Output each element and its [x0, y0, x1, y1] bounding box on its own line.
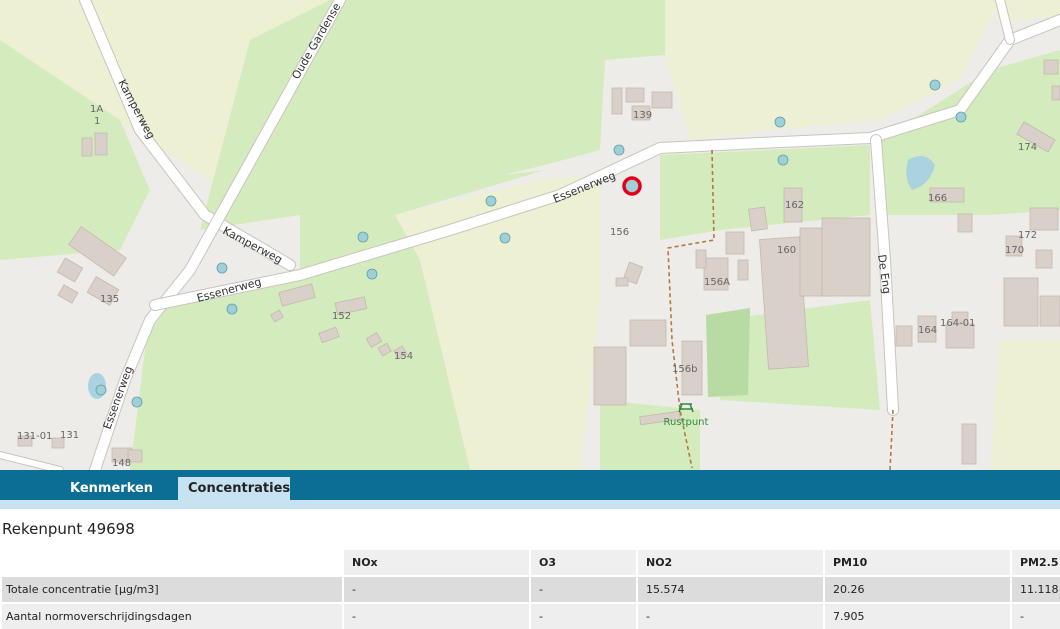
receptor-point[interactable] — [95, 384, 107, 396]
receptor-point[interactable] — [774, 116, 786, 128]
receptor-point[interactable] — [131, 396, 143, 408]
receptor-point[interactable] — [955, 111, 967, 123]
house-number-label: 156A — [704, 277, 730, 288]
column-header-o3: O3 — [531, 550, 636, 575]
receptor-point[interactable] — [777, 154, 789, 166]
orchard-area — [706, 308, 750, 397]
house-number-label: 1 — [94, 116, 100, 127]
table-header-row: NOx O3 NO2 PM10 PM2.5 — [2, 550, 1060, 575]
receptor-point[interactable] — [226, 303, 238, 315]
tab-bar: Kenmerken Concentraties — [0, 470, 1060, 500]
row-label: Aantal normoverschrijdingsdagen — [2, 602, 342, 629]
column-header-no2: NO2 — [638, 550, 823, 575]
cell-value: - — [531, 575, 636, 602]
receptor-point[interactable] — [216, 262, 228, 274]
house-number-label: 164 — [918, 325, 937, 336]
column-header-nox: NOx — [344, 550, 529, 575]
table-row: Totale concentratie [µg/m3] - - 15.574 2… — [2, 575, 1060, 602]
cell-value: - — [638, 602, 823, 629]
receptor-point[interactable] — [499, 232, 511, 244]
house-number-label: 170 — [1005, 245, 1024, 256]
house-number-label: 162 — [785, 200, 804, 211]
concentration-table: NOx O3 NO2 PM10 PM2.5 Totale concentrati… — [0, 550, 1060, 629]
panel-title: Rekenpunt 49698 — [2, 520, 135, 538]
cell-value: 15.574 — [638, 575, 823, 602]
house-number-label: 156 — [610, 227, 629, 238]
row-label: Totale concentratie [µg/m3] — [2, 575, 342, 602]
farmland-area — [990, 340, 1060, 470]
cell-value: 11.118 — [1012, 575, 1060, 602]
receptor-point[interactable] — [357, 231, 369, 243]
poi-label-rustpunt: Rustpunt — [664, 417, 709, 428]
cell-value: 7.905 — [825, 602, 1010, 629]
cell-value: - — [1012, 602, 1060, 629]
map-view[interactable]: Kamperweg Kamperweg Essenerweg Essenerwe… — [0, 0, 1060, 470]
receptor-point[interactable] — [929, 79, 941, 91]
house-number-label: 1A — [90, 104, 103, 115]
tab-concentraties[interactable]: Concentraties — [178, 477, 290, 500]
cell-value: - — [344, 575, 529, 602]
house-number-label: 131-01 — [17, 431, 52, 442]
cell-value: - — [531, 602, 636, 629]
table-row: Aantal normoverschrijdingsdagen - - - 7.… — [2, 602, 1060, 629]
house-number-label: 166 — [928, 193, 947, 204]
column-header-pm25: PM2.5 — [1012, 550, 1060, 575]
receptor-point[interactable] — [485, 195, 497, 207]
table-header-empty — [2, 550, 342, 575]
house-number-label: 172 — [1018, 230, 1037, 241]
house-number-label: 160 — [777, 245, 796, 256]
house-number-label: 135 — [100, 294, 119, 305]
house-number-label: 156b — [672, 364, 697, 375]
house-number-label: 174 — [1018, 142, 1037, 153]
house-number-label: 152 — [332, 311, 351, 322]
house-number-label: 164-01 — [940, 318, 975, 329]
receptor-point[interactable] — [366, 268, 378, 280]
cell-value: 20.26 — [825, 575, 1010, 602]
tab-kenmerken[interactable]: Kenmerken — [60, 477, 163, 500]
house-number-label: 148 — [112, 458, 131, 469]
tab-underline-strip — [0, 500, 1060, 509]
house-number-label: 139 — [633, 110, 652, 121]
house-number-label: 154 — [394, 351, 413, 362]
selected-receptor-marker[interactable] — [622, 176, 642, 196]
column-header-pm10: PM10 — [825, 550, 1010, 575]
house-number-label: 131 — [60, 430, 79, 441]
cell-value: - — [344, 602, 529, 629]
receptor-point[interactable] — [613, 144, 625, 156]
